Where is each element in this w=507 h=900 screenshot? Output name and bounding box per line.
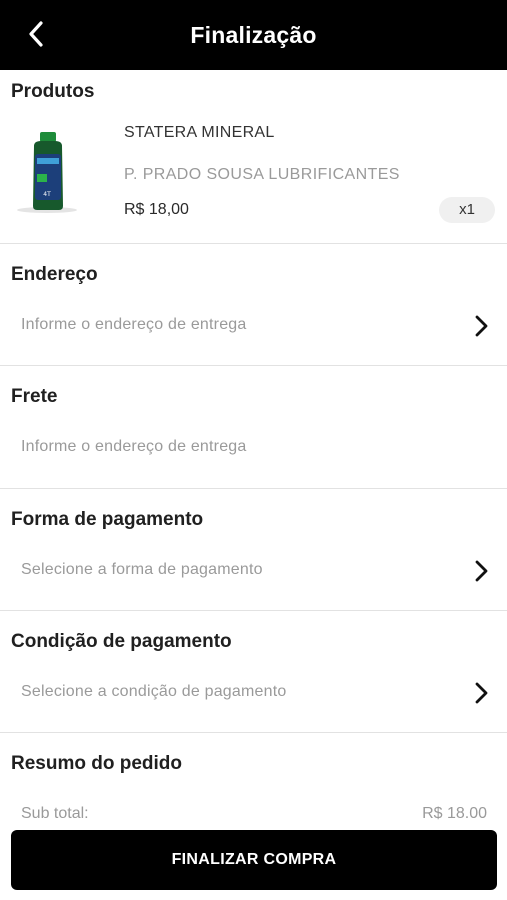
chevron-right-icon [471, 313, 491, 339]
address-heading: Endereço [11, 264, 98, 285]
product-image: 4T [14, 130, 80, 214]
payment-condition-placeholder: Selecione a condição de pagamento [21, 683, 287, 700]
top-bar: Finalização [0, 0, 507, 70]
svg-text:4T: 4T [43, 191, 51, 198]
product-price: R$ 18,00 [124, 201, 189, 218]
summary-heading: Resumo do pedido [11, 753, 182, 774]
shipping-section: Frete Informe o endereço de entrega [0, 366, 507, 489]
address-selector[interactable]: Informe o endereço de entrega [0, 304, 507, 348]
shipping-placeholder: Informe o endereço de entrega [21, 438, 247, 455]
address-section: Endereço Informe o endereço de entrega [0, 244, 507, 366]
chevron-right-icon [471, 558, 491, 584]
payment-condition-heading: Condição de pagamento [11, 631, 232, 652]
payment-condition-section: Condição de pagamento Selecione a condiç… [0, 611, 507, 733]
page-title: Finalização [190, 22, 317, 48]
address-placeholder: Informe o endereço de entrega [21, 316, 247, 333]
product-name: STATERA MINERAL [124, 124, 275, 141]
finish-purchase-button[interactable]: FINALIZAR COMPRA [11, 830, 497, 890]
subtotal-label: Sub total: [21, 805, 89, 822]
quantity-badge: x1 [439, 197, 495, 223]
products-heading: Produtos [11, 81, 95, 102]
shipping-heading: Frete [11, 386, 58, 407]
subtotal-value: R$ 18.00 [422, 805, 487, 822]
payment-condition-selector[interactable]: Selecione a condição de pagamento [0, 671, 507, 715]
chevron-right-icon [471, 680, 491, 706]
payment-method-section: Forma de pagamento Selecione a forma de … [0, 489, 507, 611]
payment-method-selector[interactable]: Selecione a forma de pagamento [0, 549, 507, 593]
product-seller: P. PRADO SOUSA LUBRIFICANTES [124, 166, 400, 183]
payment-method-placeholder: Selecione a forma de pagamento [21, 561, 263, 578]
payment-method-heading: Forma de pagamento [11, 509, 204, 530]
